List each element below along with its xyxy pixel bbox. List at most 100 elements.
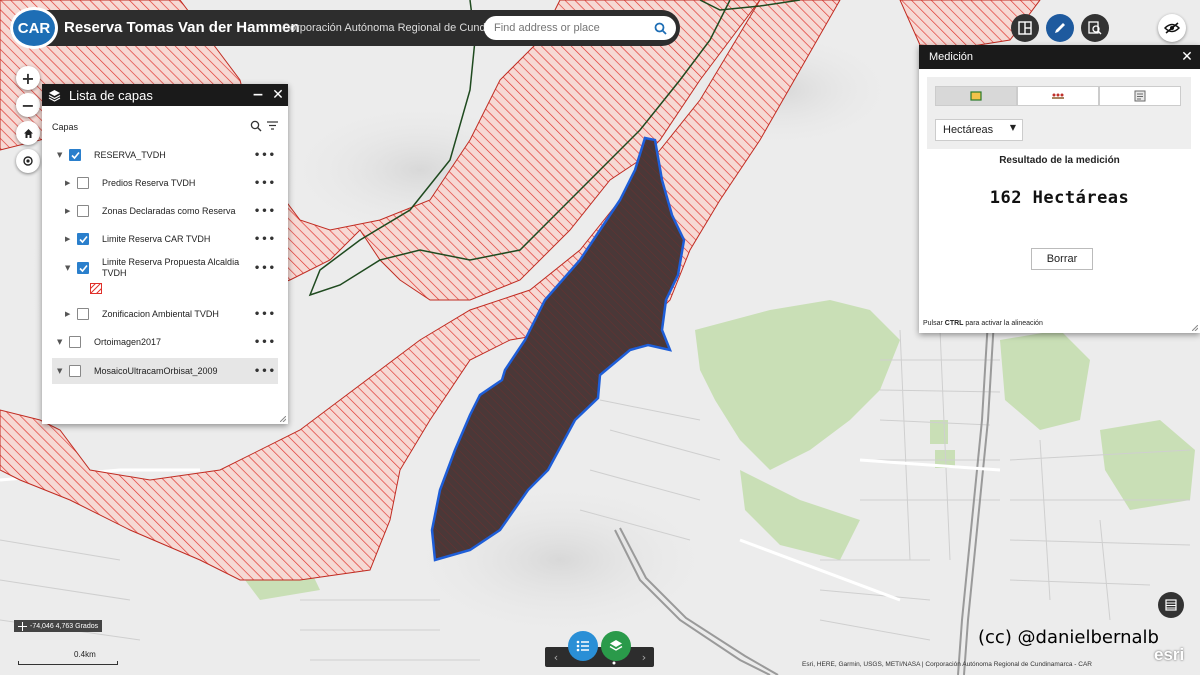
layer-row[interactable]: ▶ Limite Reserva CAR TVDH ••• [42, 228, 288, 250]
layer-row[interactable]: ▼ MosaicoUltracamOrbisat_2009 ••• [52, 358, 278, 384]
location-tool-button[interactable] [1099, 86, 1181, 106]
layer-label: Zonas Declaradas como Reserva [102, 206, 236, 216]
layer-label: Zonificacion Ambiental TVDH [102, 309, 219, 319]
layer-options-icon[interactable]: ••• [254, 309, 276, 320]
app-logo[interactable]: CAR [10, 7, 58, 49]
query-button[interactable] [1081, 14, 1109, 42]
home-button[interactable] [16, 121, 40, 145]
next-icon[interactable]: › [636, 650, 652, 664]
esri-logo: esri [1154, 645, 1185, 664]
layer-row[interactable]: ▼ Limite Reserva Propuesta Alcaldia TVDH… [42, 256, 288, 280]
snapping-hint: Pulsar CTRL para activar la alineación [923, 320, 1043, 327]
search-input[interactable] [484, 16, 644, 40]
visibility-toggle-button[interactable] [1158, 14, 1186, 42]
previous-icon[interactable]: ‹ [548, 650, 564, 664]
layer-label: MosaicoUltracamOrbisat_2009 [94, 366, 218, 376]
home-icon [23, 128, 33, 138]
section-label: Capas [52, 122, 79, 132]
layer-row[interactable]: ▶ Zonas Declaradas como Reserva ••• [42, 200, 288, 222]
resize-handle-icon[interactable] [1192, 325, 1198, 331]
area-tool-button[interactable] [935, 86, 1017, 106]
area-icon [970, 91, 982, 101]
plus-icon: + [21, 68, 35, 88]
chevron-down-icon: ▼ [1009, 123, 1016, 132]
expand-caret-icon[interactable]: ▶ [65, 179, 70, 187]
layer-checkbox[interactable] [77, 205, 89, 217]
minus-icon: − [21, 95, 35, 115]
coordinates-readout[interactable]: -74,046 4,763 Grados [14, 620, 103, 632]
crosshair-icon [18, 621, 27, 631]
layer-checkbox[interactable] [69, 365, 81, 377]
expand-caret-icon[interactable]: ▶ [65, 207, 70, 215]
watermark: (cc) @danielbernalb [978, 627, 1159, 648]
layer-row[interactable]: ▼ RESERVA_TVDH ••• [42, 144, 288, 166]
locate-icon [23, 156, 33, 166]
distance-tool-button[interactable] [1017, 86, 1099, 106]
expand-caret-icon[interactable]: ▶ [65, 310, 70, 318]
layer-checkbox[interactable] [77, 308, 89, 320]
zoom-out-button[interactable]: − [16, 93, 40, 117]
measurement-panel: Medición ✕ Hectáreas ▼ Resultado de la m… [919, 45, 1200, 333]
expand-caret-icon[interactable]: ▼ [57, 151, 62, 159]
layer-checkbox[interactable] [69, 336, 81, 348]
layer-options-icon[interactable]: ••• [254, 206, 276, 217]
expand-caret-icon[interactable]: ▼ [65, 264, 70, 272]
clear-button[interactable]: Borrar [1031, 248, 1093, 270]
layer-row[interactable]: ▶ Predios Reserva TVDH ••• [42, 172, 288, 194]
result-label: Resultado de la medición [999, 155, 1120, 166]
layer-options-icon[interactable]: ••• [254, 366, 276, 377]
layer-options-icon[interactable]: ••• [254, 178, 276, 189]
layout-button[interactable] [1011, 14, 1039, 42]
layer-checkbox[interactable] [69, 149, 81, 161]
layers-icon [609, 640, 623, 651]
locate-button[interactable] [16, 149, 40, 173]
layer-checkbox[interactable] [77, 233, 89, 245]
search-box[interactable] [484, 16, 676, 40]
basemap-widget-button[interactable] [601, 631, 631, 661]
layer-options-icon[interactable]: ••• [254, 150, 276, 161]
zoom-in-button[interactable]: + [16, 66, 40, 90]
expand-caret-icon[interactable]: ▼ [57, 367, 62, 375]
layer-label: Ortoimagen2017 [94, 337, 162, 347]
hint-key: CTRL [944, 320, 964, 327]
layer-list-widget-button[interactable] [568, 631, 598, 661]
layer-row[interactable]: ▼ Ortoimagen2017 ••• [42, 331, 288, 353]
search-icon[interactable] [250, 120, 262, 132]
draw-button[interactable] [1046, 14, 1074, 42]
resize-handle-icon[interactable] [280, 416, 286, 422]
layer-options-icon[interactable]: ••• [254, 234, 276, 245]
filter-icon[interactable] [266, 119, 279, 132]
layer-checkbox[interactable] [77, 262, 89, 274]
close-button[interactable]: ✕ [268, 84, 288, 106]
app-title: Reserva Tomas Van der Hammen [64, 19, 300, 36]
close-button[interactable]: ✕ [1178, 47, 1196, 67]
expand-caret-icon[interactable]: ▶ [65, 235, 70, 243]
hint-suffix: para activar la alineación [963, 320, 1043, 327]
layer-row[interactable]: ▶ Zonificacion Ambiental TVDH ••• [42, 303, 288, 325]
layer-checkbox[interactable] [77, 177, 89, 189]
layer-label: Predios Reserva TVDH [102, 178, 196, 188]
attribution-text: Esri, HERE, Garmin, USGS, METI/NASA | Co… [802, 661, 1092, 668]
expand-caret-icon[interactable]: ▼ [57, 338, 62, 346]
query-icon [1088, 21, 1102, 35]
minimize-button[interactable]: − [248, 84, 268, 106]
search-icon [654, 22, 667, 35]
coordinates-text: -74,046 4,763 Grados [30, 622, 99, 630]
unit-select[interactable]: Hectáreas ▼ [935, 119, 1023, 141]
attribute-table-button[interactable] [1158, 592, 1184, 618]
layer-options-icon[interactable]: ••• [254, 263, 276, 274]
measurement-title: Medición [929, 51, 974, 63]
list-icon [576, 640, 589, 652]
layer-label-continued: TVDH [102, 268, 127, 278]
check-icon [78, 235, 88, 243]
location-icon [1134, 90, 1146, 102]
search-button[interactable] [648, 18, 672, 38]
scale-bar [18, 661, 118, 665]
layer-list-header: Lista de capas − ✕ [42, 84, 288, 106]
layer-options-icon[interactable]: ••• [254, 337, 276, 348]
close-icon: ✕ [1181, 49, 1193, 65]
unit-select-value: Hectáreas [943, 124, 994, 136]
draw-icon [1055, 23, 1065, 33]
layer-label: Limite Reserva Propuesta Alcaldia [102, 257, 240, 267]
result-value: 162 Hectáreas [989, 188, 1130, 208]
